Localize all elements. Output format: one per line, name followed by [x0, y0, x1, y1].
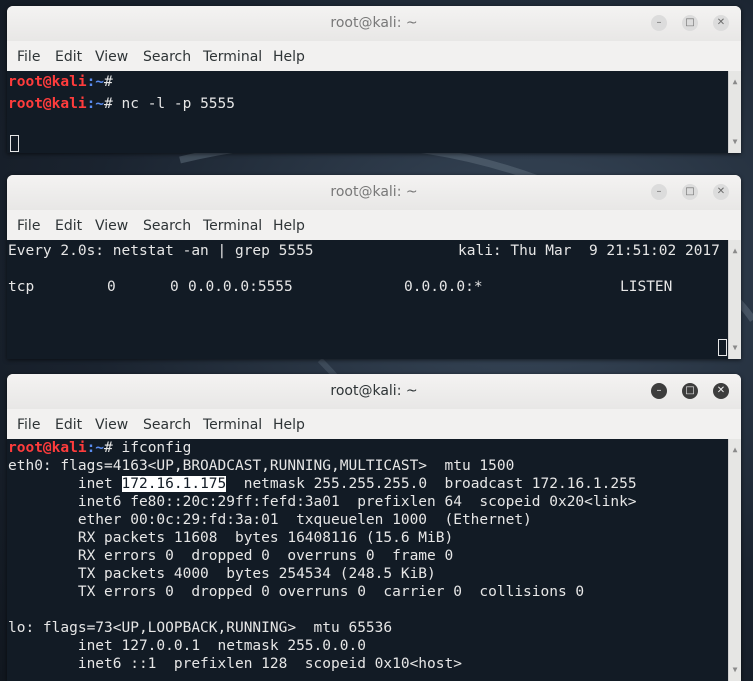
terminal-area[interactable]: Every 2.0s: netstat -an | grep 5555 kali…	[7, 240, 741, 359]
prompt-user: root@kali	[8, 74, 87, 90]
menu-edit[interactable]: Edit	[55, 417, 82, 433]
prompt-symbol: #	[104, 440, 113, 456]
menu-view[interactable]: View	[95, 218, 128, 234]
highlighted-ip: 172.16.1.175	[121, 476, 227, 492]
menu-edit[interactable]: Edit	[55, 49, 82, 65]
titlebar[interactable]: root@kali: ~ – □ ✕	[7, 374, 741, 409]
netstat-local-address: 0.0.0.0:5555	[188, 279, 293, 295]
output-line: lo: flags=73<UP,LOOPBACK,RUNNING> mtu 65…	[8, 620, 393, 636]
menu-file[interactable]: File	[17, 417, 40, 433]
prompt-line: root@kali:~#	[8, 73, 113, 91]
scrollbar[interactable]: ▲ ▼	[728, 240, 741, 359]
output-line: inet6 fe80::20c:29ff:fefd:3a01 prefixlen…	[8, 494, 637, 510]
menu-search[interactable]: Search	[143, 218, 191, 234]
output-line: inet 127.0.0.1 netmask 255.0.0.0	[8, 638, 366, 654]
scrollbar[interactable]: ▲ ▼	[728, 71, 741, 153]
scroll-up-icon[interactable]: ▲	[729, 441, 741, 459]
close-icon[interactable]: ✕	[713, 383, 729, 399]
inet-suffix: netmask 255.255.255.0 broadcast 172.16.1…	[226, 476, 637, 492]
window-title: root@kali: ~	[330, 184, 418, 200]
menu-help[interactable]: Help	[273, 49, 305, 65]
watch-header-left: Every 2.0s: netstat -an | grep 5555	[8, 243, 314, 259]
netstat-state: LISTEN	[620, 279, 673, 295]
terminal-area[interactable]: root@kali:~# ifconfig eth0: flags=4163<U…	[7, 439, 741, 681]
terminal-area[interactable]: root@kali:~# root@kali:~# nc -l -p 5555 …	[7, 71, 741, 153]
netstat-recvq: 0	[107, 279, 116, 295]
scroll-down-icon[interactable]: ▼	[729, 339, 741, 357]
maximize-icon[interactable]: □	[682, 383, 698, 399]
prompt-path: :~	[86, 74, 105, 90]
titlebar[interactable]: root@kali: ~ – □ ✕	[7, 6, 741, 41]
prompt-line: root@kali:~# nc -l -p 5555	[8, 95, 235, 113]
menu-edit[interactable]: Edit	[55, 218, 82, 234]
output-line: inet6 ::1 prefixlen 128 scopeid 0x10<hos…	[8, 656, 462, 672]
minimize-icon[interactable]: –	[651, 184, 667, 200]
output-line: RX errors 0 dropped 0 overruns 0 frame 0	[8, 548, 454, 564]
scrollbar[interactable]: ▲ ▼	[728, 439, 741, 681]
prompt-line: root@kali:~# ifconfig	[8, 439, 191, 457]
prompt-user: root@kali	[8, 440, 87, 456]
menu-help[interactable]: Help	[273, 417, 305, 433]
minimize-icon[interactable]: –	[651, 383, 667, 399]
terminal-window-3: root@kali: ~ – □ ✕ File Edit View Search…	[7, 374, 741, 681]
menu-search[interactable]: Search	[143, 49, 191, 65]
output-line-inet: inet 172.16.1.175 netmask 255.255.255.0 …	[8, 475, 637, 493]
menu-help[interactable]: Help	[273, 218, 305, 234]
maximize-icon[interactable]: □	[682, 184, 698, 200]
text-cursor	[718, 339, 727, 356]
menu-view[interactable]: View	[95, 417, 128, 433]
netstat-sendq: 0	[170, 279, 179, 295]
menu-file[interactable]: File	[17, 218, 40, 234]
output-line: RX packets 11608 bytes 16408116 (15.6 Mi…	[8, 530, 454, 546]
command-text: ifconfig	[112, 440, 192, 456]
output-line: eth0: flags=4163<UP,BROADCAST,RUNNING,MU…	[8, 458, 515, 474]
menu-file[interactable]: File	[17, 49, 40, 65]
menu-terminal[interactable]: Terminal	[203, 49, 262, 65]
menubar: File Edit View Search Terminal Help	[7, 409, 741, 439]
menu-view[interactable]: View	[95, 49, 128, 65]
scroll-up-icon[interactable]: ▲	[729, 242, 741, 260]
output-line: ether 00:0c:29:fd:3a:01 txqueuelen 1000 …	[8, 512, 532, 528]
minimize-icon[interactable]: –	[651, 15, 667, 31]
scroll-up-icon[interactable]: ▲	[729, 73, 741, 91]
titlebar[interactable]: root@kali: ~ – □ ✕	[7, 175, 741, 210]
menubar: File Edit View Search Terminal Help	[7, 210, 741, 240]
scroll-down-icon[interactable]: ▼	[729, 661, 741, 679]
output-line: TX packets 4000 bytes 254534 (248.5 KiB)	[8, 566, 436, 582]
prompt-user: root@kali	[8, 96, 87, 112]
prompt-symbol: #	[104, 74, 113, 90]
maximize-icon[interactable]: □	[682, 15, 698, 31]
prompt-path: :~	[86, 440, 105, 456]
inet-prefix: inet	[8, 476, 122, 492]
close-icon[interactable]: ✕	[713, 184, 729, 200]
menu-terminal[interactable]: Terminal	[203, 417, 262, 433]
output-line: TX errors 0 dropped 0 overruns 0 carrier…	[8, 584, 585, 600]
prompt-symbol: #	[104, 96, 113, 112]
close-icon[interactable]: ✕	[713, 15, 729, 31]
scroll-down-icon[interactable]: ▼	[729, 133, 741, 151]
watch-header-right: kali: Thu Mar 9 21:51:02 2017	[458, 243, 720, 259]
menu-terminal[interactable]: Terminal	[203, 218, 262, 234]
menu-search[interactable]: Search	[143, 417, 191, 433]
window-title: root@kali: ~	[330, 383, 418, 399]
command-text: nc -l -p 5555	[112, 96, 236, 112]
netstat-proto: tcp	[8, 279, 35, 295]
text-cursor	[10, 135, 19, 152]
window-title: root@kali: ~	[330, 15, 418, 31]
prompt-path: :~	[86, 96, 105, 112]
terminal-window-2: root@kali: ~ – □ ✕ File Edit View Search…	[7, 175, 741, 359]
menubar: File Edit View Search Terminal Help	[7, 41, 741, 71]
terminal-window-1: root@kali: ~ – □ ✕ File Edit View Search…	[7, 6, 741, 153]
netstat-foreign-address: 0.0.0.0:*	[404, 279, 483, 295]
